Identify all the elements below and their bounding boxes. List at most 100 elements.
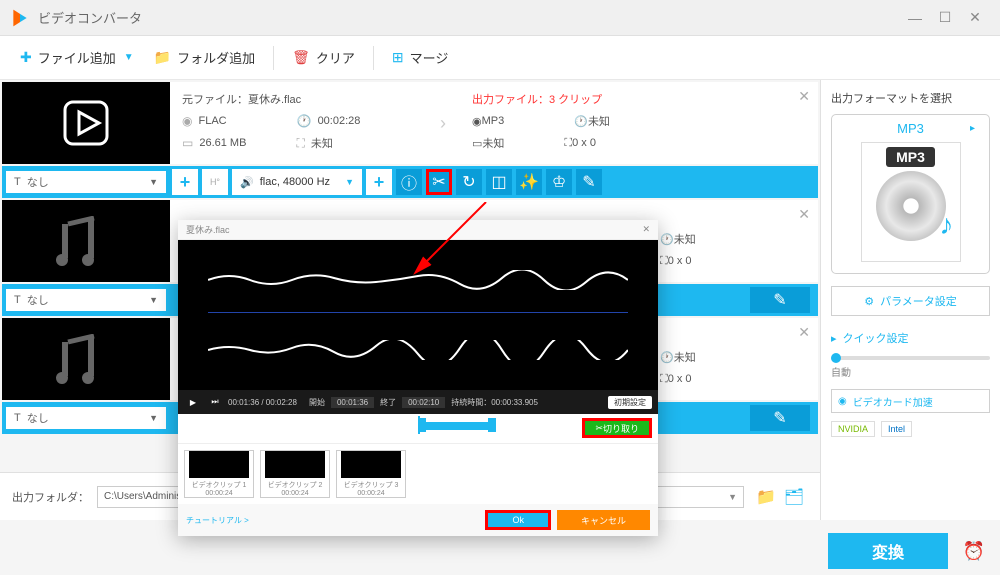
dialog-titlebar: 夏休み.flac ✕ <box>178 220 658 240</box>
close-button[interactable]: ✕ <box>960 8 990 28</box>
separator <box>373 46 374 70</box>
format-icon: ◉ <box>472 115 482 128</box>
video-thumbnail[interactable] <box>2 82 170 164</box>
duration-label: 持続時間： <box>451 397 491 408</box>
add-file-label: ファイル追加 <box>38 48 116 67</box>
format-badge: MP3 <box>886 147 935 167</box>
audio-thumbnail[interactable] <box>2 318 170 400</box>
disc-icon: ♪ <box>876 171 946 241</box>
output-duration: 未知 <box>674 231 696 247</box>
crop-button[interactable]: ◫ <box>486 169 512 195</box>
add-folder-label: フォルダ追加 <box>177 48 255 67</box>
ok-button[interactable]: Ok <box>485 510 551 530</box>
cut-button[interactable]: ✂ <box>426 169 452 195</box>
start-time[interactable]: 00:01:36 <box>331 397 374 408</box>
duration-value: 00:00:33.905 <box>491 398 538 407</box>
output-dimension: 0 x 0 <box>668 373 692 385</box>
format-icon: ◉ <box>182 114 192 128</box>
audio-thumbnail[interactable] <box>2 200 170 282</box>
output-dimension: 0 x 0 <box>668 255 692 267</box>
effects-button[interactable]: ✨ <box>516 169 542 195</box>
remove-file-button[interactable]: ✕ <box>798 88 810 105</box>
quick-settings-label: ▸クイック設定 <box>831 330 990 346</box>
end-time[interactable]: 00:02:10 <box>402 397 445 408</box>
edit-button[interactable]: ✎ <box>750 287 810 313</box>
cut-clip-button[interactable]: ✂ 切り取り <box>582 418 652 438</box>
add-file-button[interactable]: ✚ファイル追加▼ <box>10 40 144 76</box>
remove-file-button[interactable]: ✕ <box>798 206 810 223</box>
clock-icon: 🕐 <box>297 114 312 128</box>
reset-button[interactable]: 初期設定 <box>608 396 652 409</box>
info-button[interactable]: ⓘ <box>396 169 422 195</box>
clip-item[interactable]: ビデオクリップ 200:00:24 <box>260 450 330 498</box>
transport-bar: ▶ ⏭ 00:01:36 / 00:02:28 開始 00:01:36 終了 0… <box>178 390 658 414</box>
watermark-button[interactable]: ♔ <box>546 169 572 195</box>
open-folder-button[interactable]: 🗂 <box>780 483 808 511</box>
cancel-button[interactable]: キャンセル <box>557 510 650 530</box>
gpu-logos: NVIDIA Intel <box>831 421 990 437</box>
quality-slider[interactable] <box>831 356 990 360</box>
add-folder-button[interactable]: 📁フォルダ追加 <box>144 40 265 76</box>
tutorial-link[interactable]: チュートリアル > <box>186 515 249 526</box>
source-size: 26.61 MB <box>199 137 246 149</box>
hd-button[interactable]: H° <box>202 169 228 195</box>
add-subtitle-button[interactable]: + <box>172 169 198 195</box>
main-toolbar: ✚ファイル追加▼ 📁フォルダ追加 🗑クリア ⊞マージ <box>0 36 1000 80</box>
subtitle-select[interactable]: T なし▼ <box>6 171 166 193</box>
app-title: ビデオコンバータ <box>38 8 900 27</box>
trim-timeline[interactable]: ✂ 切り取り <box>178 414 658 444</box>
output-duration: 未知 <box>588 113 610 129</box>
browse-folder-button[interactable]: 📁 <box>752 483 780 511</box>
subtitle-select[interactable]: T なし▼ <box>6 407 166 429</box>
output-size: 未知 <box>482 135 504 151</box>
dimension-icon: ⛶ <box>296 136 304 151</box>
trim-end-handle[interactable] <box>488 418 496 432</box>
arrow-icon: › <box>440 82 460 164</box>
minimize-button[interactable]: — <box>900 8 930 28</box>
edit-toolbar: T なし▼ + H° 🔊 flac, 48000 Hz▼ + ⓘ ✂ ↻ ◫ ✨… <box>2 166 818 198</box>
clip-item[interactable]: ビデオクリップ 300:00:24 <box>336 450 406 498</box>
remove-file-button[interactable]: ✕ <box>798 324 810 341</box>
add-audio-button[interactable]: + <box>366 169 392 195</box>
subtitle-select[interactable]: T なし▼ <box>6 289 166 311</box>
slider-knob[interactable] <box>831 353 841 363</box>
dimension-icon: ⛶ <box>564 137 572 150</box>
chevron-right-icon: ▸ <box>970 123 975 134</box>
clear-button[interactable]: 🗑クリア <box>282 40 365 76</box>
nvidia-badge: NVIDIA <box>831 421 875 437</box>
time-display: 00:01:36 / 00:02:28 <box>228 398 297 407</box>
file-row: 元ファイル：夏休み.flac ◉FLAC🕐00:02:28 ▭26.61 MB⛶… <box>2 82 818 164</box>
dialog-footer: チュートリアル > Ok キャンセル <box>178 504 658 536</box>
format-name: MP3 <box>897 121 924 136</box>
source-file-label: 元ファイル：夏休み.flac <box>182 88 428 110</box>
clip-item[interactable]: ビデオクリップ 100:00:24 <box>184 450 254 498</box>
output-format-panel: 出力フォーマットを選択 MP3▸ MP3 ♪ ⚙パラメータ設定 ▸クイック設定 … <box>820 80 1000 520</box>
edit-button[interactable]: ✎ <box>750 405 810 431</box>
edit-button[interactable]: ✎ <box>576 169 602 195</box>
clear-label: クリア <box>316 48 355 67</box>
dialog-title: 夏休み.flac <box>186 223 230 236</box>
source-duration: 00:02:28 <box>318 115 361 127</box>
timer-button[interactable]: ⏰ <box>960 537 988 565</box>
clock-icon: 🕐 <box>660 351 674 364</box>
output-format: MP3 <box>482 115 505 127</box>
waveform-display[interactable] <box>178 240 658 390</box>
clips-row: ビデオクリップ 100:00:24 ビデオクリップ 200:00:24 ビデオク… <box>178 444 658 504</box>
format-selector[interactable]: MP3 ▸ MP3 ♪ <box>831 114 990 274</box>
wave-icon: ♪ <box>940 209 954 241</box>
clock-icon: 🕐 <box>574 115 588 128</box>
play-button[interactable]: ▶ <box>184 393 202 411</box>
maximize-button[interactable]: ☐ <box>930 8 960 28</box>
dimension-icon: ⛶ <box>660 255 668 268</box>
audio-track-select[interactable]: 🔊 flac, 48000 Hz▼ <box>232 169 362 195</box>
parameter-settings-button[interactable]: ⚙パラメータ設定 <box>831 286 990 316</box>
titlebar: ビデオコンバータ — ☐ ✕ <box>0 0 1000 36</box>
convert-button[interactable]: 変換 <box>828 533 948 569</box>
rotate-button[interactable]: ↻ <box>456 169 482 195</box>
dialog-close-button[interactable]: ✕ <box>642 224 650 235</box>
start-label: 開始 <box>309 397 325 408</box>
gpu-accel-button[interactable]: ◉ビデオカード加速 <box>831 389 990 413</box>
playhead[interactable] <box>418 416 420 434</box>
merge-button[interactable]: ⊞マージ <box>382 40 458 76</box>
next-frame-button[interactable]: ⏭ <box>206 393 224 411</box>
